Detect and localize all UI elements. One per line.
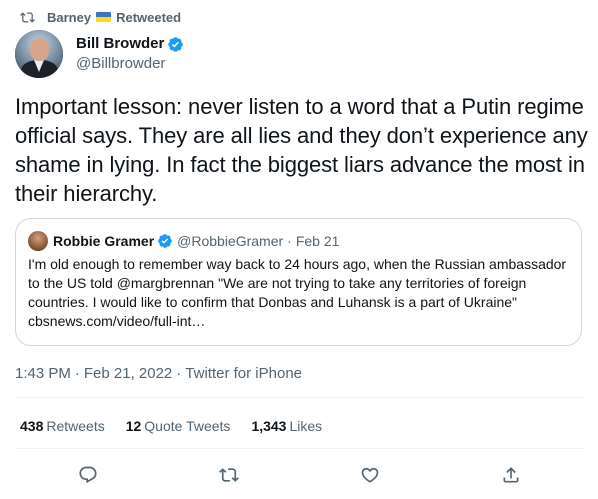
tweet-source[interactable]: Twitter for iPhone — [185, 365, 302, 382]
verified-badge-icon — [158, 234, 172, 248]
quote-text: I'm old enough to remember way back to 2… — [28, 256, 567, 329]
retweet-icon — [219, 468, 239, 482]
retweets-stat[interactable]: 438 Retweets — [20, 418, 105, 434]
quote-date: Feb 21 — [295, 233, 340, 249]
retweet-button[interactable] — [216, 462, 242, 488]
tweet-author[interactable]: Bill Browder @Billbrowder — [15, 30, 184, 78]
likes-label: Likes — [289, 418, 323, 434]
quote-tweets-count: 12 — [125, 418, 142, 434]
quote-author-handle: @RobbieGramer — [177, 233, 284, 249]
ukraine-flag-icon — [96, 12, 112, 22]
quote-separator: · — [287, 233, 292, 249]
quoted-tweet[interactable]: Robbie Gramer @RobbieGramer · Feb 21 I'm… — [15, 218, 582, 346]
retweeter-name[interactable]: Barney — [47, 10, 91, 25]
tweet-time[interactable]: 1:43 PM — [15, 365, 71, 382]
quote-avatar — [28, 231, 48, 251]
author-name[interactable]: Bill Browder — [76, 34, 164, 54]
tweet-timestamp: 1:43 PM · Feb 21, 2022 · Twitter for iPh… — [15, 365, 302, 382]
retweeted-label: Retweeted — [116, 9, 182, 25]
retweet-context[interactable]: Barney Retweeted — [20, 8, 181, 26]
retweets-count: 438 — [20, 418, 44, 434]
tweet-date[interactable]: Feb 21, 2022 — [84, 365, 172, 382]
share-button[interactable] — [498, 462, 524, 488]
quote-tweets-stat[interactable]: 12 Quote Tweets — [126, 418, 231, 434]
reply-button[interactable] — [75, 462, 101, 488]
avatar[interactable] — [15, 30, 63, 78]
quote-author-name: Robbie Gramer — [53, 233, 155, 249]
reply-icon — [79, 466, 97, 484]
divider — [15, 448, 585, 449]
tweet-text: Important lesson: never listen to a word… — [15, 94, 588, 206]
likes-stat[interactable]: 1,343 Likes — [251, 418, 322, 434]
share-icon — [503, 467, 519, 483]
likes-count: 1,343 — [251, 418, 287, 434]
divider — [15, 397, 585, 398]
action-bar — [0, 462, 598, 488]
like-button[interactable] — [357, 462, 383, 488]
meta-separator: · — [176, 365, 182, 382]
meta-separator: · — [74, 365, 80, 382]
retweet-icon — [20, 11, 35, 23]
verified-badge-icon — [168, 36, 184, 52]
quote-tweets-label: Quote Tweets — [144, 418, 231, 434]
engagement-stats: 438 Retweets 12 Quote Tweets 1,343 Likes — [20, 418, 343, 434]
retweets-label: Retweets — [46, 418, 105, 434]
author-handle[interactable]: @Billbrowder — [76, 54, 184, 74]
like-icon — [361, 467, 379, 483]
